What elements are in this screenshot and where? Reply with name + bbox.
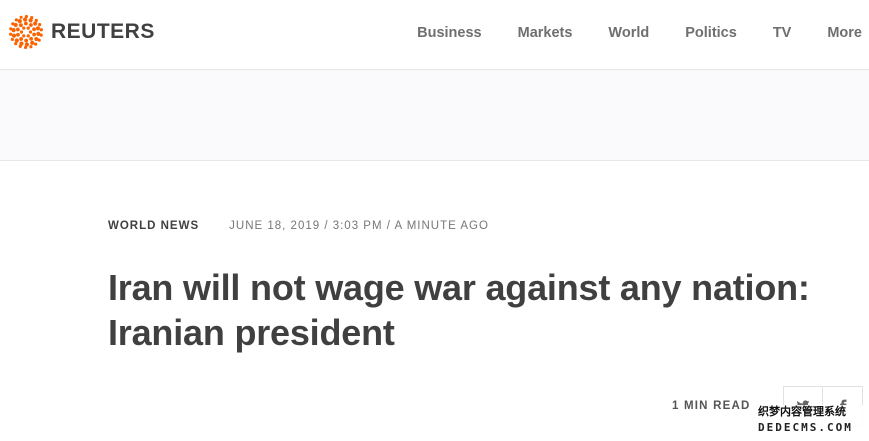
logo-dot — [19, 23, 23, 28]
logo-dot — [23, 21, 28, 26]
logo-dot — [16, 32, 20, 37]
logo-dot — [22, 26, 26, 30]
article-dateline: JUNE 18, 2019 / 3:03 PM / A MINUTE AGO — [229, 220, 489, 232]
logo-dot — [38, 23, 42, 27]
logo-dot — [14, 18, 18, 22]
logo-dot — [15, 27, 20, 32]
logo-dot — [22, 34, 26, 38]
logo-dot — [34, 42, 38, 46]
site-header: REUTERS Business Markets World Politics … — [0, 0, 869, 70]
logo-dot — [29, 36, 33, 41]
main-nav: Business Markets World Politics TV More — [381, 0, 869, 66]
nav-item-business[interactable]: Business — [417, 25, 481, 41]
watermark-line-2: DEDECMS.COM — [758, 421, 853, 434]
logo-dot — [39, 33, 43, 37]
ad-banner-area — [0, 70, 869, 161]
logo-dot — [30, 40, 35, 45]
logo-dot — [19, 37, 23, 41]
logo-dot — [14, 42, 18, 46]
logo-dot — [24, 38, 29, 43]
logo-dot — [26, 34, 30, 38]
logo-dot — [9, 27, 13, 31]
reuters-logo[interactable]: REUTERS — [9, 15, 155, 49]
logo-dot — [33, 21, 38, 26]
section-link[interactable]: WORLD NEWS — [108, 220, 199, 232]
nav-item-politics[interactable]: Politics — [685, 25, 737, 41]
logo-dot — [19, 15, 23, 19]
logo-dot — [11, 33, 17, 38]
logo-text: REUTERS — [51, 20, 155, 43]
nav-item-tv[interactable]: TV — [773, 25, 792, 41]
reuters-logo-icon — [9, 15, 43, 49]
logo-dot — [29, 45, 33, 49]
nav-item-more[interactable]: More — [827, 25, 862, 41]
article-headline: Iran will not wage war against any natio… — [108, 267, 810, 353]
logo-dot — [10, 37, 14, 41]
read-time: 1 MIN READ — [672, 400, 751, 412]
logo-dot — [32, 32, 37, 37]
logo-dot — [26, 26, 30, 30]
logo-dot — [24, 15, 29, 19]
logo-dot — [29, 23, 33, 27]
logo-dot — [18, 44, 22, 49]
logo-dot — [35, 26, 41, 31]
nav-item-markets[interactable]: Markets — [518, 25, 573, 41]
logo-dot — [9, 32, 13, 36]
logo-dot — [32, 27, 36, 32]
nav-item-world[interactable]: World — [608, 25, 649, 41]
watermark-line-1: 织梦内容管理系统 — [758, 406, 846, 418]
logo-dot — [17, 19, 22, 24]
logo-dot — [39, 28, 43, 32]
logo-dot — [14, 38, 19, 43]
logo-dot — [34, 18, 38, 22]
watermark: 织梦内容管理系统 DEDECMS.COM — [758, 405, 864, 435]
logo-dot — [11, 22, 15, 26]
logo-dot — [28, 30, 33, 34]
article-meta: WORLD NEWS JUNE 18, 2019 / 3:03 PM / A M… — [108, 220, 489, 232]
logo-dot — [23, 45, 28, 49]
logo-dot — [30, 15, 34, 20]
logo-dot — [37, 38, 41, 42]
logo-dot — [19, 30, 24, 34]
